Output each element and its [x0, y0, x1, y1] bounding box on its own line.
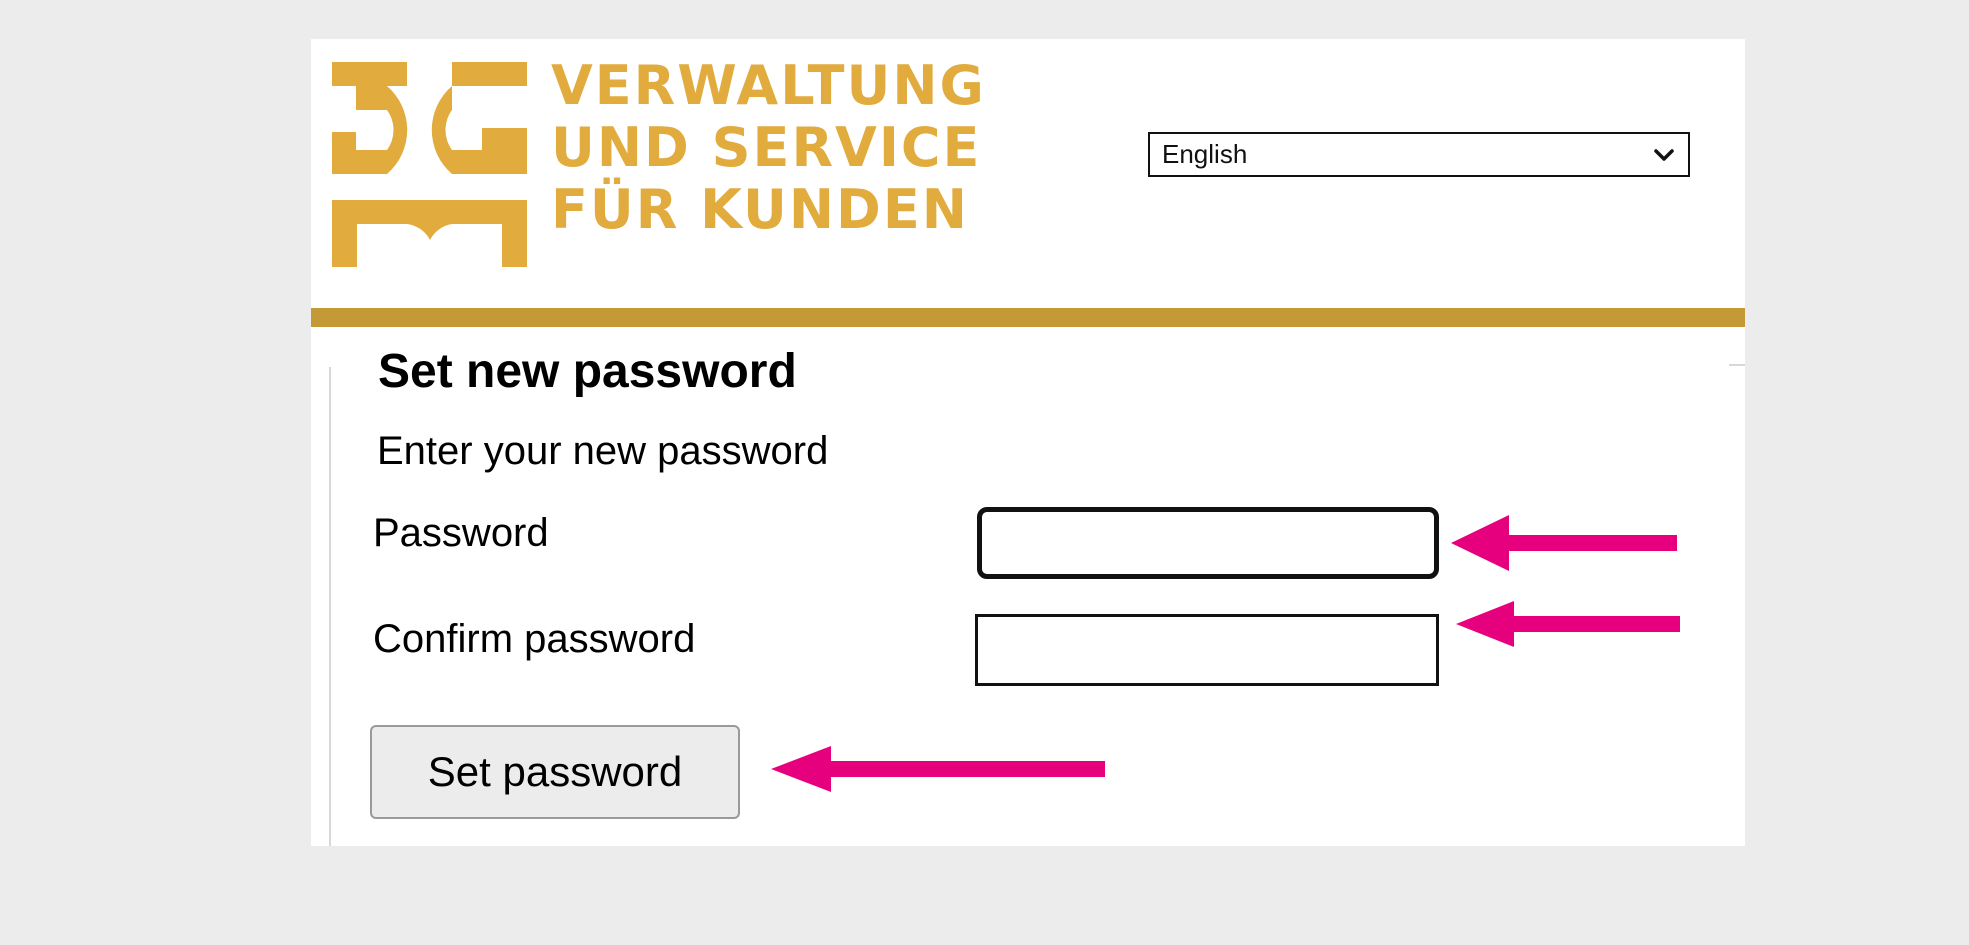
logo-line: UND SERVICE	[551, 116, 982, 179]
arrow-left-icon	[771, 746, 1105, 792]
logo-line: VERWALTUNG	[551, 54, 986, 117]
page-title: Set new password	[378, 345, 797, 398]
password-input[interactable]	[977, 507, 1439, 579]
content-border	[1729, 364, 1745, 366]
language-select-value: English	[1162, 139, 1248, 169]
language-select[interactable]: English	[1148, 132, 1690, 177]
password-label: Password	[373, 511, 549, 555]
form-instructions: Enter your new password	[377, 429, 829, 473]
logo-line: FÜR KUNDEN	[551, 178, 969, 241]
logo-text: VERWALTUNG UND SERVICE FÜR KUNDEN	[551, 55, 986, 241]
content-border	[329, 367, 331, 846]
confirm-password-label: Confirm password	[373, 617, 696, 661]
arrow-left-icon	[1456, 601, 1680, 647]
confirm-password-input[interactable]	[975, 614, 1439, 686]
header: VERWALTUNG UND SERVICE FÜR KUNDEN Englis…	[311, 39, 1745, 308]
header-divider-bar	[311, 308, 1745, 327]
page-card: VERWALTUNG UND SERVICE FÜR KUNDEN Englis…	[311, 39, 1745, 846]
arrow-left-icon	[1451, 515, 1677, 571]
logo-icon	[332, 62, 527, 267]
set-password-button[interactable]: Set password	[370, 725, 740, 819]
chevron-down-icon	[1654, 148, 1674, 161]
